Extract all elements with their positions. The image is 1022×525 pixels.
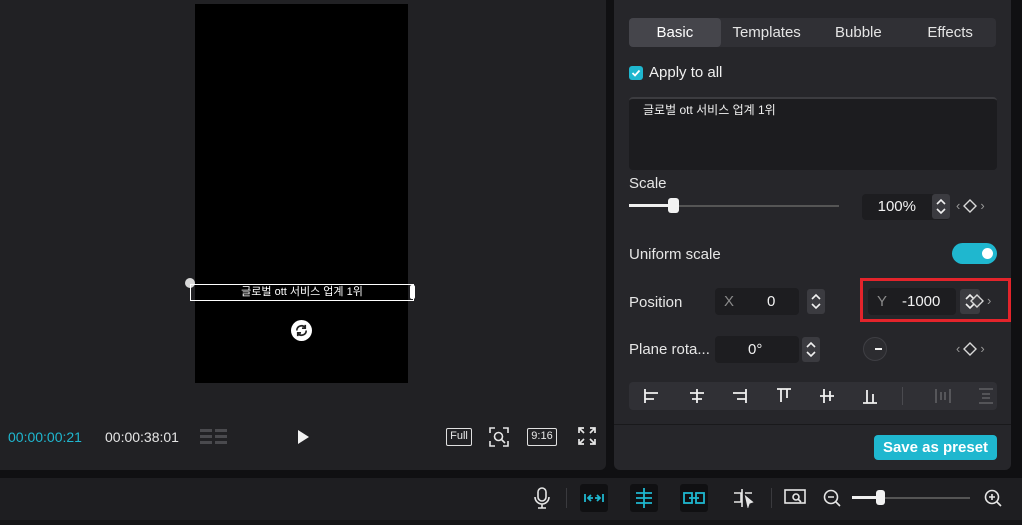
timecode-grid-icon[interactable] [200, 428, 228, 446]
highlight-box [860, 278, 1011, 322]
rotate-icon[interactable] [291, 320, 312, 341]
timeline-zoom-handle[interactable] [876, 490, 885, 505]
text-content-input[interactable]: 글로벌 ott 서비스 업계 1위 [629, 97, 997, 170]
apply-to-all-label: Apply to all [649, 64, 723, 81]
scale-stepper[interactable] [932, 194, 950, 219]
tab-bubble[interactable]: Bubble [813, 18, 905, 47]
toolbar-separator [771, 488, 772, 508]
scale-slider-handle[interactable] [668, 198, 679, 213]
tab-templates[interactable]: Templates [721, 18, 813, 47]
microphone-icon[interactable] [528, 484, 556, 512]
tab-basic[interactable]: Basic [629, 18, 721, 47]
uniform-scale-label: Uniform scale [629, 246, 721, 263]
align-center-vertical-icon[interactable] [817, 386, 837, 406]
distribute-horizontal-icon[interactable] [933, 386, 953, 406]
aspect-ratio-button[interactable]: 9:16 [527, 428, 557, 446]
position-label: Position [629, 294, 683, 311]
position-x-stepper[interactable] [807, 289, 825, 314]
text-properties-panel: Basic Templates Bubble Effects Apply to … [614, 0, 1011, 470]
play-icon[interactable] [294, 428, 312, 446]
align-right-icon[interactable] [729, 386, 749, 406]
zoom-view-icon[interactable] [488, 426, 510, 448]
keyframe-icon[interactable] [963, 341, 978, 356]
prev-keyframe-icon[interactable]: ‹ [956, 198, 960, 213]
link-main-track-icon[interactable] [580, 484, 608, 512]
zoom-in-icon[interactable] [979, 484, 1007, 512]
apply-to-all-checkbox[interactable] [629, 65, 643, 80]
keyframe-icon[interactable] [963, 198, 978, 213]
rotation-dial[interactable] [863, 337, 887, 361]
toolbar-separator [566, 488, 567, 508]
scale-slider-fill [629, 204, 673, 207]
prev-keyframe-icon[interactable]: ‹ [956, 341, 960, 356]
subtitle-overlay[interactable]: 글로벌 ott 서비스 업계 1위 [190, 284, 414, 301]
resize-handle-right[interactable] [410, 285, 415, 299]
timeline-ruler[interactable] [0, 520, 1022, 525]
uniform-scale-toggle[interactable] [952, 243, 997, 264]
position-x-label: X [724, 293, 735, 310]
scale-keyframe-nav: ‹ › [956, 198, 985, 213]
scale-label: Scale [629, 175, 667, 192]
current-timecode: 00:00:00:21 [8, 429, 82, 445]
rotation-value: 0° [748, 341, 763, 358]
split-magnet-icon[interactable] [630, 484, 658, 512]
save-as-preset-button[interactable]: Save as preset [874, 435, 997, 460]
align-top-icon[interactable] [774, 386, 794, 406]
align-center-horizontal-icon[interactable] [687, 386, 707, 406]
player-panel: 글로벌 ott 서비스 업계 1위 00:00:00:21 00:00:38:0… [0, 0, 606, 470]
thumbnail-zoom-icon[interactable] [782, 484, 810, 512]
zoom-out-icon[interactable] [818, 484, 846, 512]
rotation-field[interactable]: 0° [715, 336, 799, 363]
total-timecode: 00:00:38:01 [105, 429, 179, 445]
properties-tabs: Basic Templates Bubble Effects [629, 18, 996, 47]
full-quality-button[interactable]: Full [446, 428, 472, 446]
align-left-icon[interactable] [642, 386, 662, 406]
apply-to-all[interactable]: Apply to all [629, 64, 722, 81]
scale-value: 100% [877, 198, 916, 215]
distribute-vertical-icon[interactable] [976, 386, 996, 406]
timeline-toolbar [0, 478, 1022, 525]
next-keyframe-icon[interactable]: › [980, 198, 984, 213]
rotation-keyframe-nav: ‹ › [956, 341, 985, 356]
position-x-field[interactable]: X 0 [715, 288, 799, 315]
next-keyframe-icon[interactable]: › [980, 341, 984, 356]
align-separator [902, 387, 903, 405]
align-bottom-icon[interactable] [860, 386, 880, 406]
plane-rotation-label: Plane rota... [629, 341, 710, 358]
rotation-stepper[interactable] [802, 337, 820, 362]
preview-axis-icon[interactable] [730, 484, 758, 512]
tab-effects[interactable]: Effects [904, 18, 996, 47]
alignment-bar [629, 382, 997, 410]
link-clips-icon[interactable] [680, 484, 708, 512]
fullscreen-icon[interactable] [577, 426, 599, 448]
panel-divider [614, 424, 1011, 425]
position-x-value: 0 [767, 293, 776, 310]
